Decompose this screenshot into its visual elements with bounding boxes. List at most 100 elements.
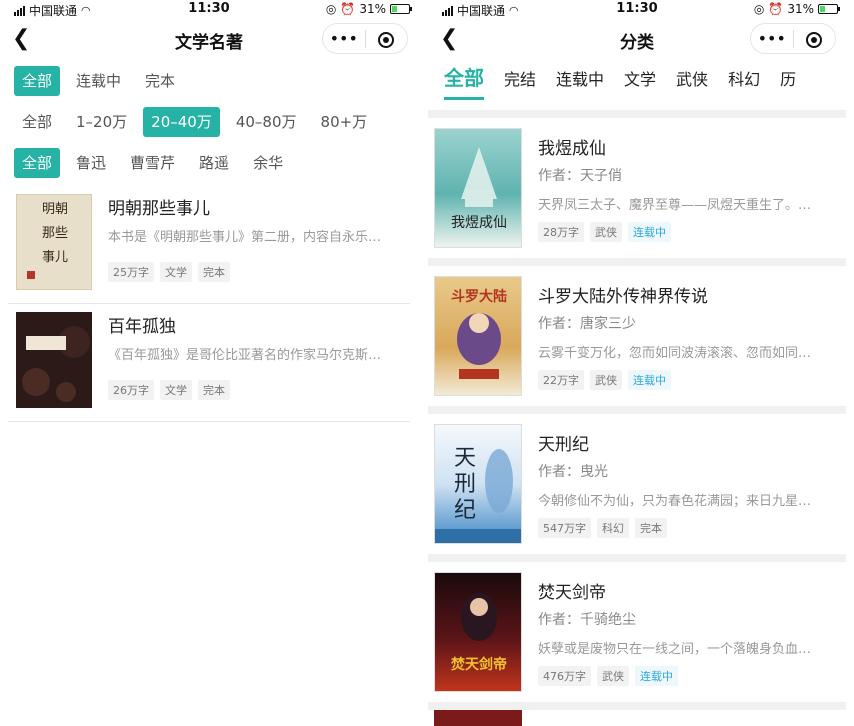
tag-word-count: 28万字 <box>538 222 584 242</box>
next-book-preview <box>428 702 846 726</box>
status-bar: 中国联通 ◠ 11:30 ◎ ⏰ 31% <box>428 0 846 18</box>
author-filter-row: 全部 鲁迅 曹雪芹 路遥 余华 <box>14 148 418 178</box>
book-list-item[interactable]: 明朝 那些 事儿 明朝那些事儿 本书是《明朝那些事儿》第二册，内容自永乐… 25… <box>8 186 410 304</box>
filter-words-40-80[interactable]: 40–80万 <box>228 107 305 137</box>
book-list-item[interactable]: 百年孤独 《百年孤独》是哥伦比亚著名的作家马尔克斯… 26万字 文学 完本 <box>8 304 410 422</box>
tag-category: 文学 <box>160 380 192 400</box>
book-cover-art: 斗罗大陆 <box>451 288 507 379</box>
filter-author-all[interactable]: 全部 <box>14 148 61 178</box>
tag-category: 武侠 <box>597 666 629 686</box>
mini-program-capsule: ••• <box>322 23 408 54</box>
tag-category: 武侠 <box>590 222 622 242</box>
book-description: 本书是《明朝那些事儿》第二册，内容自永乐… <box>108 230 382 245</box>
book-cover: 斗罗大陆 <box>434 276 522 396</box>
filter-status-ongoing[interactable]: 连载中 <box>68 66 129 96</box>
filter-author-luyao[interactable]: 路遥 <box>191 148 237 178</box>
location-icon: ◎ <box>753 2 765 16</box>
filter-author-caoxueqin[interactable]: 曹雪芹 <box>122 148 183 178</box>
book-cover-art <box>22 326 90 402</box>
book-tags: 22万字 武侠 连载中 <box>538 370 671 390</box>
svg-text:天: 天 <box>454 446 476 471</box>
tag-status: 连载中 <box>635 666 678 686</box>
status-bar: 中国联通 ◠ 11:30 ◎ ⏰ 31% <box>0 0 418 18</box>
tag-status: 完本 <box>635 518 667 538</box>
book-tags: 26万字 文学 完本 <box>108 380 230 400</box>
filter-author-yuhua[interactable]: 余华 <box>245 148 291 178</box>
close-icon[interactable] <box>366 29 408 48</box>
book-title: 我煜成仙 <box>538 139 606 159</box>
svg-text:我煜成仙: 我煜成仙 <box>451 215 507 231</box>
tab-literature[interactable]: 文学 <box>624 58 656 90</box>
nav-bar: ❮ 文学名著 ••• <box>0 22 418 56</box>
filter-words-all[interactable]: 全部 <box>14 107 60 137</box>
battery-fill <box>392 6 397 12</box>
filter-status-all[interactable]: 全部 <box>14 66 61 96</box>
book-cover: 我煜成仙 <box>434 128 522 248</box>
book-list-item[interactable]: 天 刑 纪 天刑纪 作者：曳光 今朝修仙不为仙，只为春色花满园；来日九星… 54… <box>428 406 846 556</box>
tag-word-count: 22万字 <box>538 370 584 390</box>
book-title: 斗罗大陆外传神界传说 <box>538 287 708 307</box>
svg-text:刑: 刑 <box>454 472 476 497</box>
book-list-item[interactable]: 焚天剑帝 焚天剑帝 作者：千骑绝尘 妖孽或是废物只在一线之间，一个落魄身负血… … <box>428 554 846 704</box>
tag-word-count: 547万字 <box>538 518 591 538</box>
book-author: 作者：天子俏 <box>538 168 622 184</box>
filter-words-1-20[interactable]: 1–20万 <box>68 107 135 137</box>
book-description: 《百年孤独》是哥伦比亚著名的作家马尔克斯… <box>108 348 382 363</box>
book-title: 百年孤独 <box>108 317 176 337</box>
tag-status: 连载中 <box>628 222 671 242</box>
book-cover <box>16 312 92 408</box>
book-cover: 焚天剑帝 <box>434 572 522 692</box>
book-description: 云雾千变万化，忽而如同波涛滚滚、忽而如同… <box>538 346 812 361</box>
book-list-item[interactable]: 斗罗大陆 斗罗大陆外传神界传说 作者：唐家三少 云雾千变万化，忽而如同波涛滚滚、… <box>428 258 846 408</box>
tag-category: 武侠 <box>590 370 622 390</box>
book-cover: 天 刑 纪 <box>434 424 522 544</box>
book-description: 今朝修仙不为仙，只为春色花满园；来日九星… <box>538 494 812 509</box>
book-tags: 25万字 文学 完本 <box>108 262 230 282</box>
filter-words-20-40[interactable]: 20–40万 <box>143 107 220 137</box>
book-cover: 明朝 那些 事儿 <box>16 194 92 290</box>
tag-status: 连载中 <box>628 370 671 390</box>
book-cover-art: 天 刑 纪 <box>435 446 521 543</box>
book-description: 天界凤三太子、魔界至尊——凤煜天重生了。… <box>538 198 812 213</box>
word-count-filter-row: 全部 1–20万 20–40万 40–80万 80+万 <box>14 107 418 137</box>
tab-wuxia[interactable]: 武侠 <box>676 58 708 90</box>
tag-status: 完本 <box>198 380 230 400</box>
close-icon[interactable] <box>794 29 836 48</box>
book-tags: 28万字 武侠 连载中 <box>538 222 671 242</box>
nav-bar: ❮ 分类 ••• <box>428 22 846 56</box>
tab-ongoing[interactable]: 连载中 <box>556 58 604 90</box>
filter-author-luxun[interactable]: 鲁迅 <box>68 148 114 178</box>
book-tags: 547万字 科幻 完本 <box>538 518 667 538</box>
tab-history[interactable]: 历 <box>780 58 796 90</box>
book-cover-art: 明朝 那些 事儿 <box>27 202 68 279</box>
more-icon[interactable]: ••• <box>751 29 793 48</box>
book-tags: 476万字 武侠 连载中 <box>538 666 678 686</box>
svg-text:纪: 纪 <box>454 498 476 523</box>
tag-status: 完本 <box>198 262 230 282</box>
tab-scifi[interactable]: 科幻 <box>728 58 760 90</box>
tag-category: 文学 <box>160 262 192 282</box>
alarm-icon: ⏰ <box>340 2 356 16</box>
left-screen: 中国联通 ◠ 11:30 ◎ ⏰ 31% ❮ 文学名著 ••• 全部 连载中 完… <box>0 0 418 726</box>
tag-category: 科幻 <box>597 518 629 538</box>
filter-words-80-plus[interactable]: 80+万 <box>313 107 376 137</box>
tab-all[interactable]: 全部 <box>444 58 484 100</box>
battery-fill <box>820 6 825 12</box>
svg-text:明朝: 明朝 <box>42 202 68 217</box>
book-title: 天刑纪 <box>538 435 589 455</box>
battery-percent: 31% <box>787 2 814 16</box>
book-title: 焚天剑帝 <box>538 583 606 603</box>
tag-word-count: 25万字 <box>108 262 154 282</box>
tab-finished[interactable]: 完结 <box>504 58 536 90</box>
book-cover-art: 我煜成仙 <box>451 147 507 231</box>
book-author: 作者：曳光 <box>538 464 608 480</box>
right-screen: 中国联通 ◠ 11:30 ◎ ⏰ 31% ❮ 分类 ••• 全部 完结 连载中 … <box>428 0 846 726</box>
filter-status-finished[interactable]: 完本 <box>137 66 183 96</box>
book-title: 明朝那些事儿 <box>108 199 210 219</box>
svg-text:焚天剑帝: 焚天剑帝 <box>450 656 507 673</box>
book-list-item[interactable]: 我煜成仙 我煜成仙 作者：天子俏 天界凤三太子、魔界至尊——凤煜天重生了。… 2… <box>428 110 846 260</box>
tag-word-count: 26万字 <box>108 380 154 400</box>
more-icon[interactable]: ••• <box>323 29 365 48</box>
location-icon: ◎ <box>325 2 337 16</box>
book-cover <box>434 710 522 726</box>
